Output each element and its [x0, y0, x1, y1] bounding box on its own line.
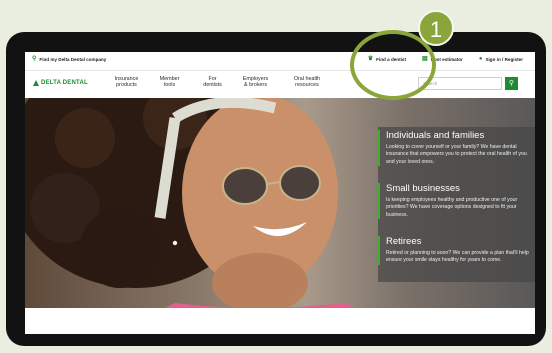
hero-banner: Individuals and families Looking to cove…	[25, 98, 535, 308]
search-icon: ⚲	[508, 80, 515, 87]
nav-links: Insurance products Member tools For dent…	[105, 76, 337, 89]
callout-number-badge: 1	[418, 10, 454, 46]
location-pin-icon: ⚲	[32, 56, 37, 62]
card-text: Looking to cover yourself or your family…	[386, 144, 527, 165]
website-screen: ⚲ Find my Delta Dental company ♛ Find a …	[25, 52, 535, 334]
nav-employers-brokers[interactable]: Employers & brokers	[234, 76, 277, 89]
utility-bar: ⚲ Find my Delta Dental company ♛ Find a …	[25, 52, 535, 68]
nav-for-dentists[interactable]: For dentists	[191, 76, 234, 89]
delta-dental-logo[interactable]: DELTA DENTAL	[33, 80, 88, 86]
card-title: Individuals and families	[386, 130, 485, 141]
sign-in-label: Sign in / Register	[485, 56, 523, 62]
nav-member-tools[interactable]: Member tools	[148, 76, 191, 89]
card-title: Retirees	[386, 236, 422, 247]
card-title: Small businesses	[386, 183, 460, 194]
card-text: Retired or planning to soon? We can prov…	[386, 250, 529, 264]
search-button[interactable]: ⚲	[505, 77, 518, 90]
card-individuals-families[interactable]: Individuals and families Looking to cove…	[378, 130, 535, 167]
find-company-label: Find my Delta Dental company	[39, 56, 107, 62]
card-text: Is keeping employees healthy and product…	[386, 197, 518, 218]
main-navigation: DELTA DENTAL Insurance products Member t…	[25, 70, 535, 96]
nav-oral-health-resources[interactable]: Oral health resources	[277, 76, 337, 89]
sign-in-link[interactable]: ● Sign in / Register	[479, 56, 523, 62]
delta-logo-icon	[33, 80, 39, 86]
logo-text: DELTA DENTAL	[41, 80, 88, 86]
card-small-businesses[interactable]: Small businesses Is keeping employees he…	[378, 183, 535, 220]
card-retirees[interactable]: Retirees Retired or planning to soon? We…	[378, 236, 535, 265]
find-company-link[interactable]: ⚲ Find my Delta Dental company	[32, 56, 106, 62]
user-icon: ●	[478, 56, 483, 62]
nav-insurance-products[interactable]: Insurance products	[105, 76, 148, 89]
